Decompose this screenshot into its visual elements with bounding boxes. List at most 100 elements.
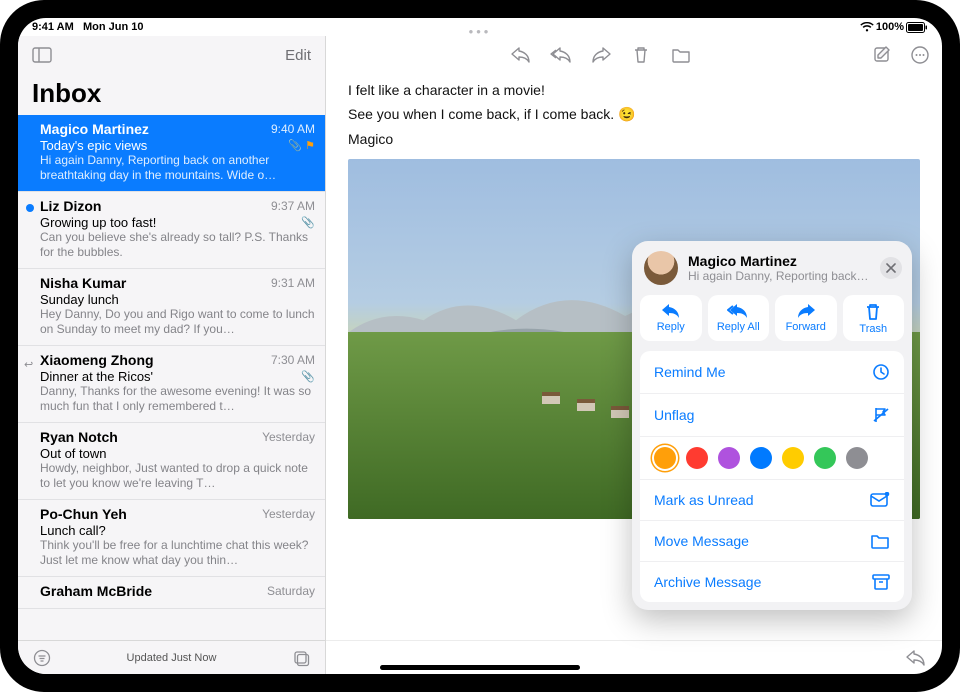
sync-status: Updated Just Now xyxy=(56,652,287,664)
mail-preview: Think you'll be free for a lunchtime cha… xyxy=(40,538,315,568)
quick-reply-all-label: Reply All xyxy=(717,321,760,333)
flag-color-option[interactable] xyxy=(782,447,804,469)
flag-color-option[interactable] xyxy=(718,447,740,469)
multitasking-dots-icon[interactable]: ••• xyxy=(469,24,492,39)
filter-button[interactable] xyxy=(28,644,56,672)
unflag-button[interactable]: Unflag xyxy=(640,394,904,437)
home-indicator[interactable] xyxy=(380,665,580,670)
clock-icon xyxy=(872,363,890,381)
mail-time: 9:40 AM xyxy=(271,122,315,136)
wink-emoji-icon: 😉 xyxy=(618,106,635,122)
message-toolbar xyxy=(326,36,942,74)
mail-sender: Graham McBride xyxy=(40,583,152,599)
replied-arrow-icon: ↩ xyxy=(24,358,33,371)
mail-item[interactable]: Graham McBride Saturday xyxy=(18,577,325,609)
archive-message-button[interactable]: Archive Message xyxy=(640,562,904,602)
mail-subject: Today's epic views xyxy=(40,138,147,153)
flag-color-option[interactable] xyxy=(686,447,708,469)
mail-subject: Dinner at the Ricos' xyxy=(40,369,153,384)
flag-color-option[interactable] xyxy=(654,447,676,469)
message-line: I felt like a character in a movie! xyxy=(348,82,920,98)
attachment-clip-icon: 📎 xyxy=(301,370,315,383)
mail-time: Saturday xyxy=(267,584,315,598)
mail-subject: Growing up too fast! xyxy=(40,215,156,230)
mail-preview: Hi again Danny, Reporting back on anothe… xyxy=(40,153,315,183)
mail-list[interactable]: Magico Martinez 9:40 AM Today's epic views… xyxy=(18,115,325,640)
mail-sender: Ryan Notch xyxy=(40,429,118,445)
archive-icon xyxy=(872,574,890,590)
flag-icon: ⚑ xyxy=(305,139,315,152)
flag-color-row xyxy=(640,437,904,480)
quick-forward-label: Forward xyxy=(786,321,826,333)
attachment-clip-icon: 📎 xyxy=(301,216,315,229)
mail-item[interactable]: Liz Dizon9:37 AMGrowing up too fast!📎Can… xyxy=(18,192,325,269)
quick-trash-button[interactable]: Trash xyxy=(843,295,905,341)
mail-item[interactable]: Nisha Kumar 9:31 AM Sunday lunchHey Danny,… xyxy=(18,269,325,346)
mail-subject: Lunch call? xyxy=(40,523,106,538)
unread-dot-icon xyxy=(26,204,34,212)
forward-button[interactable] xyxy=(589,43,613,67)
mail-sidebar: Edit Inbox Magico Martinez 9:40 AM Today's… xyxy=(18,36,326,674)
trash-icon xyxy=(865,303,881,321)
status-date: Mon Jun 10 xyxy=(83,21,144,33)
mail-subject: Out of town xyxy=(40,446,106,461)
flag-color-option[interactable] xyxy=(750,447,772,469)
message-signature: Magico xyxy=(348,131,920,147)
reply-all-button[interactable] xyxy=(549,43,573,67)
edit-button[interactable]: Edit xyxy=(281,47,315,64)
popover-snippet: Hi again Danny, Reporting back o… xyxy=(688,269,870,283)
move-button[interactable] xyxy=(669,43,693,67)
mail-item[interactable]: Magico Martinez 9:40 AM Today's epic views… xyxy=(18,115,325,192)
mail-sender: Nisha Kumar xyxy=(40,275,126,291)
mark-unread-button[interactable]: Mark as Unread xyxy=(640,480,904,521)
close-button[interactable] xyxy=(880,257,902,279)
archive-message-label: Archive Message xyxy=(654,574,761,590)
quick-forward-button[interactable]: Forward xyxy=(775,295,837,341)
mail-sender: Xiaomeng Zhong xyxy=(40,352,154,368)
quick-reply-label: Reply xyxy=(657,321,685,333)
mail-time: Yesterday xyxy=(262,507,315,521)
mail-sender: Po-Chun Yeh xyxy=(40,506,127,522)
battery-icon xyxy=(906,22,928,33)
mail-item[interactable]: Ryan Notch Yesterday Out of townHowdy, nei… xyxy=(18,423,325,500)
move-message-label: Move Message xyxy=(654,533,749,549)
mail-preview: Howdy, neighbor, Just wanted to drop a q… xyxy=(40,461,315,491)
wifi-icon xyxy=(860,22,874,32)
mailbox-title: Inbox xyxy=(18,74,325,115)
attachment-clip-icon: 📎 xyxy=(288,139,302,152)
contact-avatar xyxy=(644,251,678,285)
quick-reply-button[interactable]: Reply xyxy=(640,295,702,341)
reply-button[interactable] xyxy=(509,43,533,67)
flag-color-option[interactable] xyxy=(814,447,836,469)
mailboxes-button[interactable] xyxy=(287,644,315,672)
mail-item[interactable]: ↩ Xiaomeng Zhong 7:30 AM Dinner at the Rico… xyxy=(18,346,325,423)
compose-button[interactable] xyxy=(870,43,894,67)
flag-color-option[interactable] xyxy=(846,447,868,469)
mail-item[interactable]: Po-Chun Yeh Yesterday Lunch call?Think you… xyxy=(18,500,325,577)
mail-time: 9:37 AM xyxy=(271,199,315,213)
popover-sender-name: Magico Martinez xyxy=(688,253,870,269)
forward-icon xyxy=(796,303,816,319)
sidebar-toggle-button[interactable] xyxy=(28,41,56,69)
mail-time: 7:30 AM xyxy=(271,353,315,367)
reply-footer-button[interactable] xyxy=(904,646,928,670)
remind-me-button[interactable]: Remind Me xyxy=(640,351,904,394)
mail-sender: Magico Martinez xyxy=(40,121,149,137)
reply-icon xyxy=(661,303,681,319)
flag-off-icon xyxy=(872,406,890,424)
folder-icon xyxy=(870,533,890,549)
move-message-button[interactable]: Move Message xyxy=(640,521,904,562)
more-button[interactable] xyxy=(908,43,932,67)
mail-subject: Sunday lunch xyxy=(40,292,119,307)
mail-time: 9:31 AM xyxy=(271,276,315,290)
message-line: See you when I come back, if I come back… xyxy=(348,106,920,123)
mail-preview: Hey Danny, Do you and Rigo want to come … xyxy=(40,307,315,337)
quick-reply-all-button[interactable]: Reply All xyxy=(708,295,770,341)
message-actions-popover: Magico Martinez Hi again Danny, Reportin… xyxy=(632,241,912,610)
delete-button[interactable] xyxy=(629,43,653,67)
quick-trash-label: Trash xyxy=(859,323,887,335)
envelope-dot-icon xyxy=(870,492,890,508)
mail-time: Yesterday xyxy=(262,430,315,444)
status-time: 9:41 AM xyxy=(32,21,74,33)
mail-sender: Liz Dizon xyxy=(40,198,101,214)
